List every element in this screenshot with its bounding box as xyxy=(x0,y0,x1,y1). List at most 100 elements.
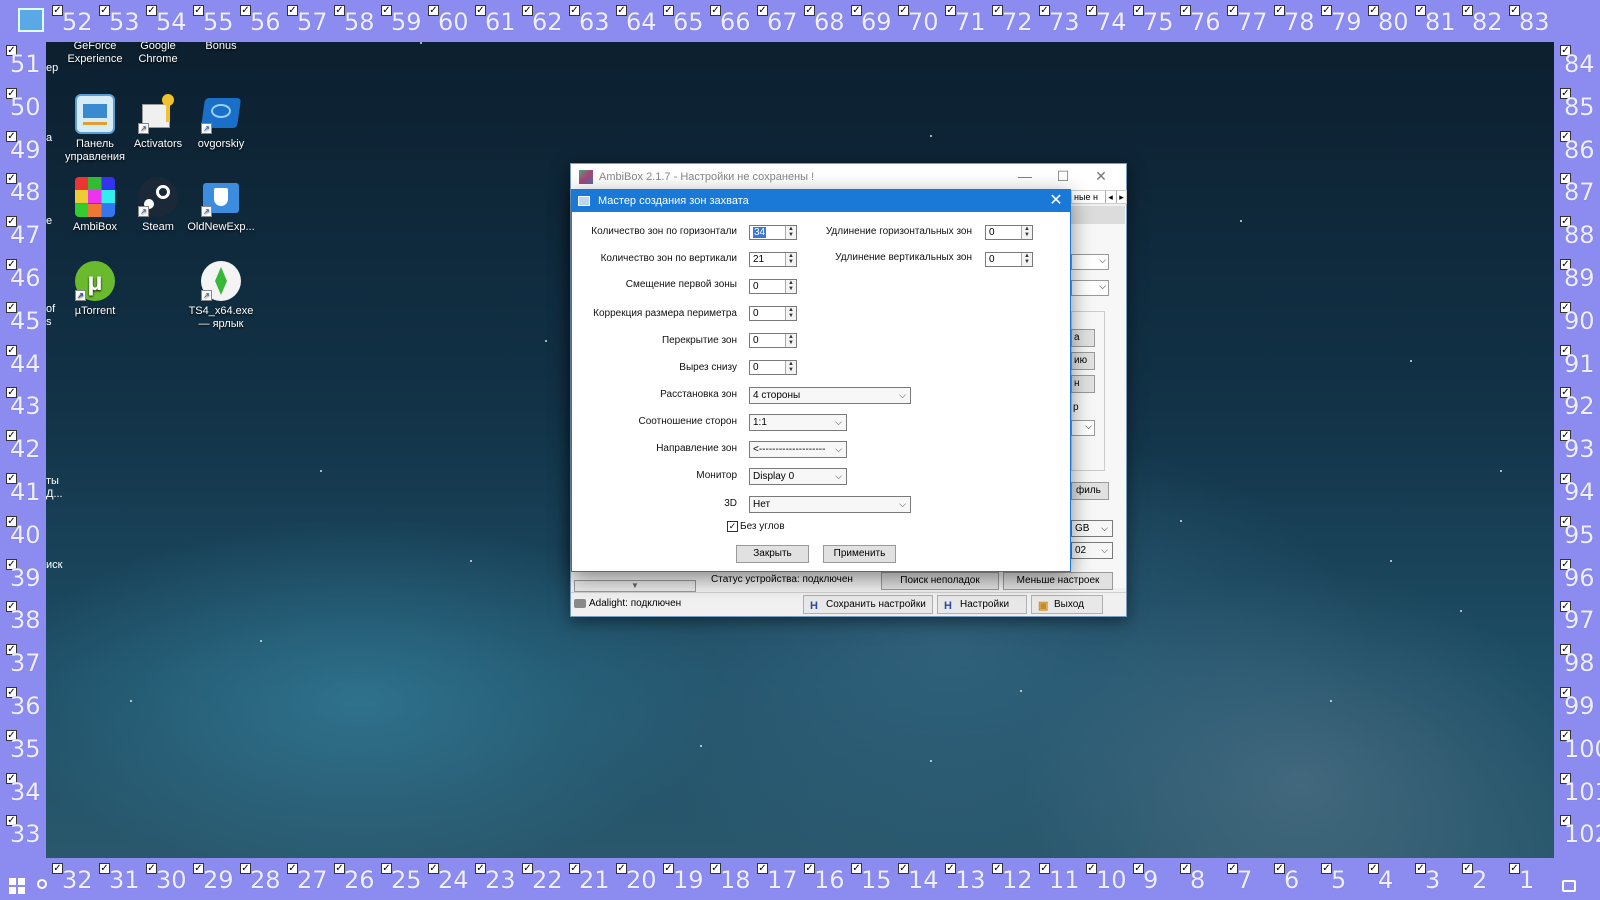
overlay-cell: ✓ 43 xyxy=(2,384,46,426)
overlay-number: 30 xyxy=(156,866,187,894)
stepper-arrows-icon[interactable]: ▲ ▼ xyxy=(785,334,796,347)
desktop-icon-utorrent[interactable]: µ ↗ µTorrent xyxy=(60,261,130,318)
v-zones-stepper[interactable]: 21 ▲ ▼ xyxy=(749,252,797,267)
ambibox-cube-icon xyxy=(75,177,115,217)
h-zones-stepper[interactable]: 34 ▲ ▼ xyxy=(749,225,797,240)
direction-label: Направление зон xyxy=(656,443,737,454)
chevron-down-icon: ⌵ xyxy=(835,444,842,454)
desktop-icon-ovgorskiy[interactable]: ↗ ovgorskiy xyxy=(186,94,256,151)
overlay-number: 75 xyxy=(1143,8,1174,36)
desktop-icon-activators[interactable]: ↗ Activators xyxy=(123,94,193,151)
notification-icon[interactable] xyxy=(1562,880,1576,892)
perimeter-stepper[interactable]: 0 ▲ ▼ xyxy=(749,306,797,321)
overlay-cell: ✓ 96 xyxy=(1556,556,1600,598)
first-offset-stepper[interactable]: 0 ▲ ▼ xyxy=(749,279,797,294)
desktop-icon-steam[interactable]: ↗ Steam xyxy=(123,177,193,234)
less-settings-button[interactable]: Меньше настроек xyxy=(1003,572,1113,590)
desktop-icon-geforce[interactable]: GeForce Experience xyxy=(60,40,130,66)
no-corners-checkbox[interactable]: ✓ xyxy=(727,521,738,532)
overlay-number: 91 xyxy=(1564,349,1595,378)
settings-button[interactable]: H Настройки xyxy=(937,595,1027,614)
save-settings-label: Сохранить настройки xyxy=(826,599,926,610)
overlay-cell: ✓ 58 xyxy=(330,2,377,40)
partial-combo-1[interactable]: ⌵ xyxy=(1071,254,1109,270)
desktop-icon-oldnewexp[interactable]: ↗ OldNewExp... xyxy=(186,177,256,234)
overlay-cell: ✓ 27 xyxy=(283,860,330,898)
stepper-arrows-icon[interactable]: ▲ ▼ xyxy=(785,280,796,293)
desktop-icon-chrome[interactable]: Google Chrome xyxy=(123,40,193,66)
desktop-icon-ambibox[interactable]: AmbiBox xyxy=(60,177,130,234)
partial-button-2[interactable]: ию xyxy=(1071,352,1095,370)
partial-button-3[interactable]: н xyxy=(1071,375,1095,393)
overlap-stepper[interactable]: 0 ▲ ▼ xyxy=(749,333,797,348)
desktop-icon-ts4[interactable]: ↗ TS4_x64.exe — ярлык xyxy=(186,261,256,331)
shortcut-arrow-icon: ↗ xyxy=(75,290,86,301)
overlay-cell: ✓ 8 xyxy=(1176,860,1223,898)
partial-combo-2[interactable]: ⌵ xyxy=(1071,280,1109,296)
collapse-button[interactable]: ▼ xyxy=(574,580,696,592)
three-d-select[interactable]: Нет ⌵ xyxy=(749,496,911,513)
overlay-number: 35 xyxy=(10,734,41,763)
port-combo[interactable]: 02 ⌵ xyxy=(1071,542,1113,559)
dialog-close-button[interactable]: ✕ xyxy=(1046,191,1066,211)
search-icon[interactable] xyxy=(37,879,47,889)
tab-strip[interactable]: ные н ◂ ▸ xyxy=(1071,190,1127,204)
stepper-arrows-icon[interactable]: ▲ ▼ xyxy=(785,307,796,320)
troubleshoot-button[interactable]: Поиск неполадок xyxy=(881,572,999,590)
stepper-arrows-icon[interactable]: ▲ ▼ xyxy=(1021,226,1032,239)
overlay-number: 82 xyxy=(1472,8,1503,36)
overlay-number: 47 xyxy=(10,221,41,250)
overlay-number: 26 xyxy=(344,866,375,894)
tab-next-icon[interactable]: ▸ xyxy=(1116,191,1126,203)
save-settings-button[interactable]: H Сохранить настройки xyxy=(803,595,933,614)
h-zones-label: Количество зон по горизонтали xyxy=(591,226,737,237)
maximize-button[interactable]: ☐ xyxy=(1044,164,1082,188)
windows-start-icon[interactable] xyxy=(9,878,25,894)
main-close-button[interactable]: ✕ xyxy=(1082,164,1120,188)
overlay-cell: ✓ 36 xyxy=(2,684,46,726)
overlay-cell: ✓ 93 xyxy=(1556,427,1600,469)
profile-button[interactable]: филь xyxy=(1071,482,1109,500)
zone-wizard-dialog[interactable]: Мастер создания зон захвата ✕ Количество… xyxy=(571,189,1071,572)
monitor-value: Display 0 xyxy=(753,471,795,482)
overlay-cell: ✓ 28 xyxy=(236,860,283,898)
monitor-select[interactable]: Display 0 ⌵ xyxy=(749,468,847,485)
stepper-arrows-icon[interactable]: ▲ ▼ xyxy=(1021,253,1032,266)
overlay-number: 42 xyxy=(10,435,41,464)
tab-prev-icon[interactable]: ◂ xyxy=(1105,191,1115,203)
chevron-down-icon: ⌵ xyxy=(1101,545,1108,555)
cutout-stepper[interactable]: 0 ▲ ▼ xyxy=(749,360,797,375)
overlay-cell: ✓ 70 xyxy=(894,2,941,40)
layout-select[interactable]: 4 стороны ⌵ xyxy=(749,387,911,404)
dialog-close-action-button[interactable]: Закрыть xyxy=(736,545,809,563)
apply-button[interactable]: Применить xyxy=(823,545,896,563)
v-extend-stepper[interactable]: 0 ▲ ▼ xyxy=(985,252,1033,267)
partial-combo-3[interactable]: ⌵ xyxy=(1071,420,1095,436)
main-window-title: AmbiBox 2.1.7 - Настройки не сохранены ! xyxy=(599,171,815,183)
device-connection-text: Adalight: подключен xyxy=(589,598,682,609)
overlay-cell: ✓ 78 xyxy=(1270,2,1317,40)
h-extend-stepper[interactable]: 0 ▲ ▼ xyxy=(985,225,1033,240)
exit-button[interactable]: ▣ Выход xyxy=(1031,595,1103,614)
minimize-button[interactable]: — xyxy=(1006,164,1044,188)
overlay-cell: ✓ 56 xyxy=(236,2,283,40)
overlay-cell: ✓ 86 xyxy=(1556,128,1600,170)
partial-button-1[interactable]: а xyxy=(1071,329,1095,347)
perimeter-label: Коррекция размера периметра xyxy=(593,308,737,319)
overlay-cell: ✓ 76 xyxy=(1176,2,1223,40)
overlay-cell: ✓ 23 xyxy=(471,860,518,898)
no-corners-label[interactable]: Без углов xyxy=(740,521,785,532)
direction-select[interactable]: <-------------------- ⌵ xyxy=(749,441,847,458)
desktop-icon-control-panel[interactable]: Панель управления xyxy=(60,94,130,164)
stepper-arrows-icon[interactable]: ▲ ▼ xyxy=(785,361,796,374)
overlay-number: 99 xyxy=(1564,692,1595,720)
dialog-titlebar[interactable]: Мастер создания зон захвата xyxy=(572,190,1070,212)
color-format-combo[interactable]: GB ⌵ xyxy=(1071,520,1113,537)
adalight-icon xyxy=(574,599,586,608)
aspect-select[interactable]: 1:1 ⌵ xyxy=(749,414,847,431)
overlay-right-bar: ✓ 84 ✓ 85 ✓ 86 ✓ 87 ✓ 88 ✓ 89 ✓ 90 ✓ 91 ✓ 92 ✓ 93 ✓ 94 ✓ 95 ✓ 96 ✓… xyxy=(1554,42,1600,858)
port-value: 02 xyxy=(1075,545,1087,556)
this-pc-icon[interactable] xyxy=(18,8,44,32)
overlay-cell: ✓ 97 xyxy=(1556,598,1600,640)
overlay-number: 28 xyxy=(250,866,281,894)
